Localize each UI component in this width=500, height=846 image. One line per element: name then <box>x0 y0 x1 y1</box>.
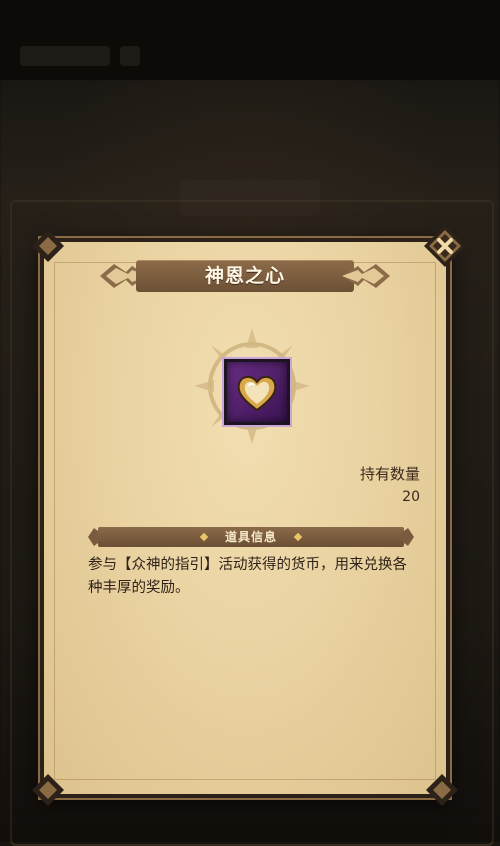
item-info-dialog: 神恩之心 持有数量 20 道具信息 参与【众神的指引】活动获得的货币，用来兑换各… <box>32 230 458 806</box>
header-right-ornament-icon <box>342 264 390 288</box>
item-description: 参与【众神的指引】活动获得的货币，用来兑换各种丰厚的奖励。 <box>88 557 407 596</box>
quantity-label: 持有数量 <box>359 465 420 483</box>
section-title: 道具信息 <box>224 530 277 544</box>
corner-ornament-icon <box>424 772 460 808</box>
heart-gem-icon <box>237 376 277 412</box>
quantity-value: 20 <box>402 489 420 505</box>
section-right-ornament-icon <box>396 528 414 546</box>
item-icon-frame[interactable] <box>224 359 290 425</box>
section-header: 道具信息 <box>86 526 416 548</box>
corner-ornament-icon <box>30 772 66 808</box>
dialog-header: 神恩之心 <box>96 254 394 298</box>
dialog-title: 神恩之心 <box>204 265 285 287</box>
close-button[interactable] <box>423 224 467 268</box>
close-icon <box>424 225 466 267</box>
corner-ornament-icon <box>30 228 66 264</box>
